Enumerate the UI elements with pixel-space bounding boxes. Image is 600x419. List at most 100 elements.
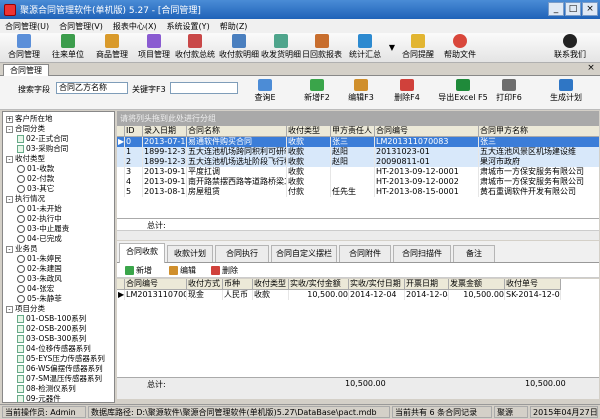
table-row[interactable]: 5 2013-08-15 房屋租赁 付款 任先生 HT-2013-08-15-0001 黄石…: [117, 187, 599, 197]
toolbar-payment-summary-button[interactable]: 收付款总统: [174, 34, 216, 62]
toolbar-statistics-button[interactable]: 统计汇总: [345, 34, 385, 62]
tree-item[interactable]: 01-OSB-100系列: [17, 314, 86, 324]
add-button[interactable]: 新增F2: [302, 79, 332, 103]
tree-item[interactable]: 02-朱建国: [17, 264, 62, 274]
toolbar-partner-button[interactable]: 往来单位: [48, 34, 88, 62]
export-excel-button[interactable]: 导出Excel F5: [438, 79, 488, 103]
tree-item[interactable]: 02-正式合同: [17, 134, 68, 144]
menu-item[interactable]: 系统设置(Y): [162, 21, 215, 32]
menu-item[interactable]: 合同管理(U): [0, 21, 54, 32]
toolbar-daily-report-button[interactable]: 日回款报表: [302, 34, 342, 62]
column-header[interactable]: 合同甲方名称: [479, 126, 599, 137]
tree-item[interactable]: 03-OSB-300系列: [17, 334, 86, 344]
column-header[interactable]: 币种: [223, 279, 253, 290]
payment-grid-scrollbar[interactable]: [117, 389, 599, 399]
column-header[interactable]: 发票金额: [449, 279, 505, 290]
close-button[interactable]: ×: [582, 2, 598, 16]
tree-item[interactable]: 04-已完成: [17, 234, 62, 244]
column-header[interactable]: 收付类型: [253, 279, 289, 290]
toolbar-contract-button[interactable]: 合同管理: [4, 34, 44, 62]
tree-item[interactable]: 03-采购合同: [17, 144, 68, 154]
toolbar-help-button[interactable]: 帮助文件: [440, 34, 480, 62]
tree-item[interactable]: 04-位移传感器系列: [17, 344, 91, 354]
tree-item[interactable]: 07-SM温压传感器系列: [17, 374, 102, 384]
tree-item[interactable]: 03-朱政风: [17, 274, 62, 284]
tab-custom-fields[interactable]: 合同自定义摆栏: [271, 245, 337, 262]
toolbar-delivery-detail-button[interactable]: 收发货明细: [260, 34, 302, 62]
table-row[interactable]: ▶ 0 2013-07-19 易通软件购买合同 收款 张三 LM201311070083 张三: [117, 137, 599, 147]
search-icon: [258, 79, 272, 91]
tab-notes[interactable]: 备注: [453, 245, 495, 262]
column-header[interactable]: 收付方式: [187, 279, 223, 290]
delete-button[interactable]: 删除F4: [392, 79, 422, 103]
toolbar-payment-detail-button[interactable]: 收付款明细: [218, 34, 260, 62]
edit-button[interactable]: 编辑F3: [346, 79, 376, 103]
grid-horizontal-scrollbar[interactable]: [117, 230, 599, 240]
tree-item[interactable]: 02-OSB-200系列: [17, 324, 86, 334]
row-indicator: [117, 157, 125, 167]
tree-item[interactable]: 09-元器件: [17, 394, 61, 402]
generate-plan-button[interactable]: 生成计划: [548, 79, 584, 103]
table-row[interactable]: 3 2013-09-12 平度扛调 收款 HT-2013-09-12-0001 肃城市一方…: [117, 167, 599, 177]
detail-add-button[interactable]: 新增: [125, 265, 152, 276]
menu-item[interactable]: 报表中心(X): [108, 21, 162, 32]
tree-item[interactable]: 01-收款: [17, 164, 54, 174]
tab-payment-plan[interactable]: 收款计划: [167, 245, 213, 262]
column-header[interactable]: ID: [125, 126, 143, 137]
table-row[interactable]: ▶LM201311070083现金人民币收款10,500.002014-12-0…: [117, 290, 599, 300]
tree-item[interactable]: 02-执行中: [17, 214, 62, 224]
detail-delete-button[interactable]: 删除: [211, 265, 238, 276]
tree-item[interactable]: 06-WS偏摆传感器系列: [17, 364, 103, 374]
maximize-button[interactable]: □: [565, 2, 581, 16]
toolbar-project-button[interactable]: 项目管理: [134, 34, 174, 62]
close-tab-icon[interactable]: ×: [586, 64, 596, 74]
tree-item[interactable]: 08-检测仪系列: [17, 384, 76, 394]
menu-item[interactable]: 合同管理(V): [54, 21, 108, 32]
tree-item[interactable]: 02-付款: [17, 174, 54, 184]
table-row[interactable]: 42013-09-12南开路禁摆西路等道路桥梁工程收款 HT-2013-09-12…: [117, 177, 599, 187]
tree-group[interactable]: - 执行情况: [6, 194, 45, 204]
toolbar-reminder-button[interactable]: 合同提醒: [398, 34, 438, 62]
minimize-button[interactable]: _: [548, 2, 564, 16]
tree-group[interactable]: - 项目分类: [6, 304, 45, 314]
toolbar-contact-button[interactable]: 联系我们: [548, 34, 592, 62]
print-button[interactable]: 打印F6: [494, 79, 524, 103]
tree-item[interactable]: 04-张宏: [17, 284, 54, 294]
column-header[interactable]: 甲方责任人: [331, 126, 375, 137]
keyword-input[interactable]: [170, 82, 238, 94]
search-field-select[interactable]: 合同乙方名称: [56, 82, 128, 94]
column-header[interactable]: 实收/实付日期: [349, 279, 405, 290]
folder-icon: [17, 325, 24, 333]
tree-group[interactable]: + 客户所在地: [6, 114, 53, 124]
column-header[interactable]: 合同名称: [187, 126, 287, 137]
column-header[interactable]: 收付类型: [287, 126, 331, 137]
column-header[interactable]: 录入日期: [143, 126, 187, 137]
tree-group[interactable]: - 合同分类: [6, 124, 45, 134]
column-header[interactable]: 合同编号: [375, 126, 479, 137]
query-button[interactable]: 查询E: [250, 79, 280, 103]
tree-item[interactable]: 01-朱婷民: [17, 254, 62, 264]
tab-scans[interactable]: 合同扫描件: [393, 245, 451, 262]
tab-contract-payment[interactable]: 合同收款: [119, 243, 165, 263]
tree-item[interactable]: 05-EYS压力传感器系列: [17, 354, 105, 364]
column-header[interactable]: 实收/实付金额: [289, 279, 349, 290]
column-header[interactable]: 收付单号: [505, 279, 561, 290]
tab-attachments[interactable]: 合同附件: [339, 245, 391, 262]
detail-edit-button[interactable]: 编辑: [169, 265, 196, 276]
tree-group[interactable]: - 业务员: [6, 244, 38, 254]
tree-item[interactable]: 05-朱静菲: [17, 294, 62, 304]
toolbar-goods-button[interactable]: 商品管理: [92, 34, 132, 62]
tab-contract-management[interactable]: 合同管理: [3, 64, 49, 76]
menu-item[interactable]: 帮助(Z): [215, 21, 253, 32]
tree-item[interactable]: 03-中止履责: [17, 224, 69, 234]
tree-item[interactable]: 01-未开始: [17, 204, 62, 214]
tree-group[interactable]: - 收付类型: [6, 154, 45, 164]
tab-contract-execution[interactable]: 合同执行: [215, 245, 269, 262]
column-header[interactable]: 合同编号: [125, 279, 187, 290]
table-row[interactable]: 11899-12-30五大连池机场跨同积利可研制作飞行程序设计收款赵阳20131…: [117, 147, 599, 157]
table-row[interactable]: 21899-12-30五大连池机场选址阶段飞行程序设计收款赵阳20090811-…: [117, 157, 599, 167]
contract-icon: [17, 34, 31, 48]
column-header[interactable]: 开票日期: [405, 279, 449, 290]
tree-item[interactable]: 03-其它: [17, 184, 54, 194]
group-by-area[interactable]: 请将列头拖到此处进行分组: [117, 111, 599, 126]
